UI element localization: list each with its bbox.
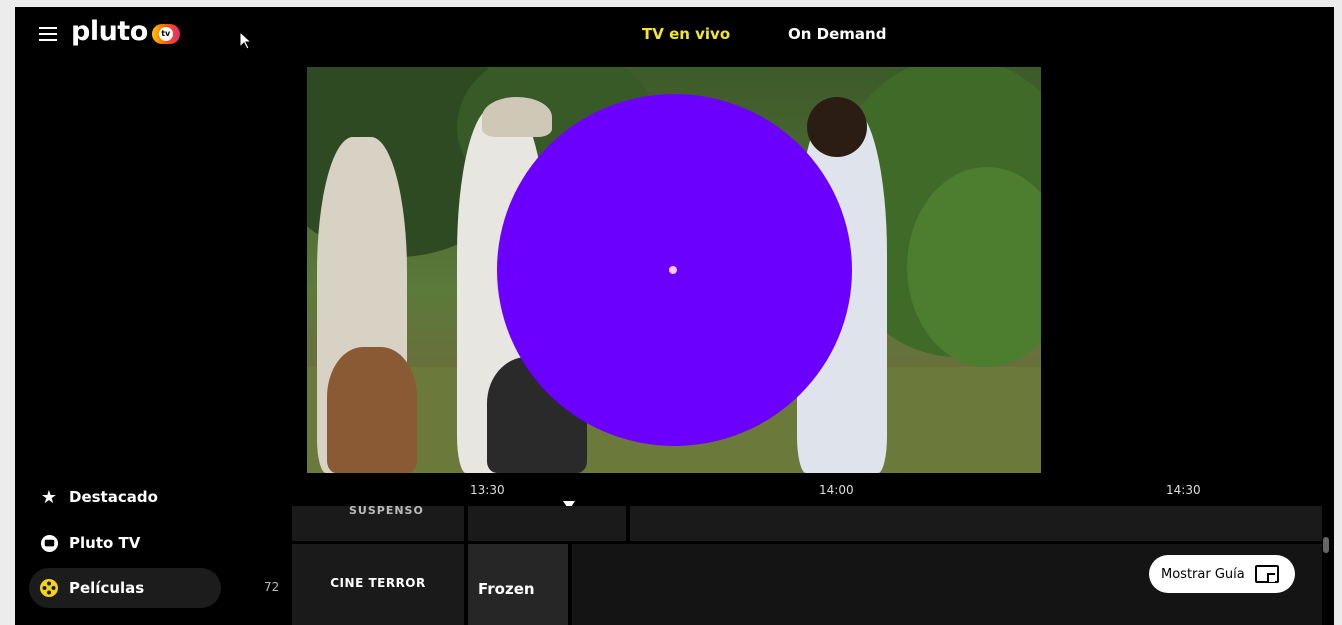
guide-channel-cell[interactable]: CINE TERROR [292,544,464,625]
sidebar-item-label: Destacado [69,488,158,506]
tab-tv-en-vivo[interactable]: TV en vivo [642,25,730,43]
channel-name: SUSPENSO [349,504,424,517]
show-guide-label: Mostrar Guía [1161,566,1245,582]
mouse-cursor-icon [239,31,253,50]
play-overlay-disc[interactable] [497,94,852,446]
tv-badge-icon: tv [151,23,180,44]
play-center-dot [669,266,677,274]
menu-icon[interactable] [39,27,57,41]
sidebar-item-destacado[interactable]: ★ Destacado [39,477,158,517]
pluto-tv-logo[interactable]: pluto tv [71,16,180,47]
video-child-head [807,97,867,157]
sidebar-item-pluto-tv[interactable]: Pluto TV [39,523,140,563]
guide-screen-icon [1254,565,1279,583]
guide-program-cell[interactable] [468,506,626,541]
logo-text: pluto [71,16,148,47]
sidebar-item-label: Películas [69,579,145,597]
guide-program-cell[interactable] [630,506,1322,541]
star-icon: ★ [40,486,58,508]
program-title: Frozen [478,580,535,598]
channel-name: CINE TERROR [330,575,426,590]
time-label: 13:30 [470,483,505,497]
sidebar-item-peliculas[interactable]: Películas [29,568,221,608]
video-person-hat [482,97,552,137]
video-person-sarong [327,347,417,473]
guide-scrollbar[interactable] [1323,537,1329,553]
film-reel-icon [39,578,59,598]
time-label: 14:00 [819,483,854,497]
guide-program-cell[interactable]: Frozen [468,544,568,625]
show-guide-button[interactable]: Mostrar Guía [1149,555,1295,593]
guide-channel-cell[interactable]: SUSPENSO [292,504,464,541]
app-window: pluto tv TV en vivo On Demand ★ Destacad… [15,7,1334,625]
sidebar-item-label: Pluto TV [69,534,141,552]
time-label: 14:30 [1166,483,1201,497]
tv-badge-text: tv [158,26,173,41]
channel-number: 72 [264,580,280,594]
video-player[interactable] [307,67,1041,473]
pluto-tv-icon [39,533,59,553]
tab-on-demand[interactable]: On Demand [788,25,886,43]
